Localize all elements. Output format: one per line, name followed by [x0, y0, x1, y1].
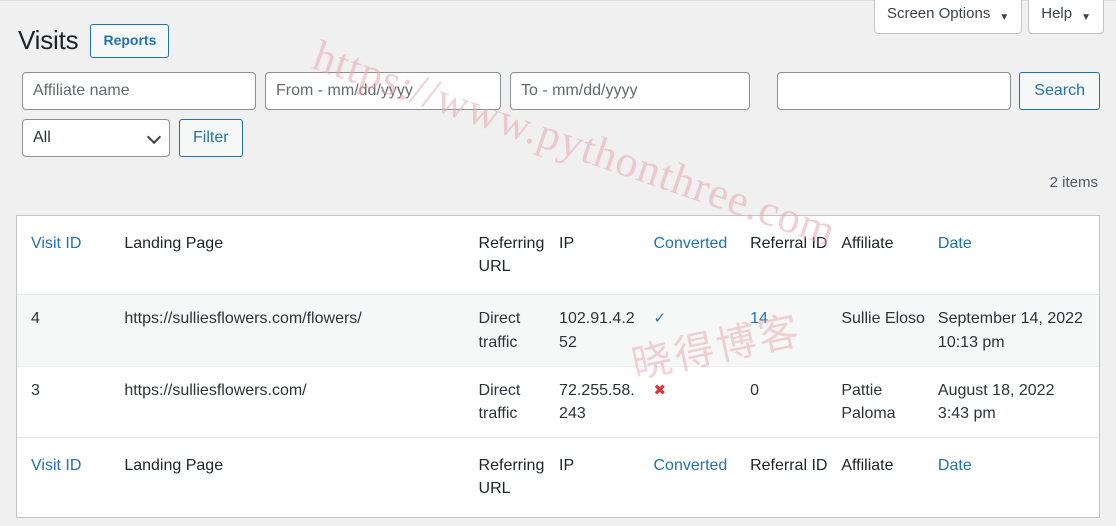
- affiliate-name-input[interactable]: [22, 72, 256, 110]
- cell-referring-url: Direct traffic: [479, 366, 560, 437]
- page-title: Visits: [18, 24, 78, 58]
- table-head: Visit ID Landing Page Referring URL IP C…: [17, 216, 1099, 295]
- cell-visit-id: 3: [17, 366, 124, 437]
- table-footer-row: Visit ID Landing Page Referring URL IP C…: [17, 438, 1099, 517]
- filter-button[interactable]: Filter: [179, 119, 243, 157]
- cell-affiliate: Sullie Eloso: [841, 295, 938, 366]
- footer-header-converted: Converted: [654, 438, 751, 517]
- cell-converted: ✓: [654, 295, 751, 366]
- items-count: 2 items: [1050, 174, 1098, 191]
- footer-header-referral-id: Referral ID: [750, 438, 841, 517]
- table-row[interactable]: 4 https://sulliesflowers.com/flowers/ Di…: [17, 295, 1099, 366]
- cell-ip: 102.91.4.252: [559, 295, 653, 366]
- column-header-ip: IP: [559, 216, 653, 295]
- column-header-visit-id: Visit ID: [17, 216, 124, 295]
- filter-bar: All Filter: [22, 72, 750, 157]
- date-from-input[interactable]: [265, 72, 501, 110]
- cell-ip: 72.255.58.243: [559, 366, 653, 437]
- column-header-referring-url: Referring URL: [479, 216, 560, 295]
- footer-header-referring-url: Referring URL: [479, 438, 560, 517]
- table-row[interactable]: 3 https://sulliesflowers.com/ Direct tra…: [17, 366, 1099, 437]
- cell-date: August 18, 2022 3:43 pm: [938, 366, 1099, 437]
- cell-landing-page: https://sulliesflowers.com/: [124, 366, 478, 437]
- cross-icon: ✖: [654, 382, 667, 399]
- referral-id-link[interactable]: 14: [750, 310, 768, 327]
- search-button[interactable]: Search: [1019, 72, 1100, 110]
- cell-date: September 14, 2022 10:13 pm: [938, 295, 1099, 366]
- footer-link-converted[interactable]: Converted: [654, 457, 728, 474]
- footer-link-date[interactable]: Date: [938, 457, 972, 474]
- column-header-referral-id: Referral ID: [750, 216, 841, 295]
- visits-table: Visit ID Landing Page Referring URL IP C…: [17, 216, 1099, 517]
- screen-options-label: Screen Options: [887, 3, 990, 26]
- footer-header-landing-page: Landing Page: [124, 438, 478, 517]
- footer-header-visit-id: Visit ID: [17, 438, 124, 517]
- cell-referring-url: Direct traffic: [479, 295, 560, 366]
- cell-referral-id: 0: [750, 366, 841, 437]
- status-select[interactable]: All: [22, 119, 170, 157]
- screen-meta-tabs: Screen Options ▼ Help ▼: [874, 0, 1104, 34]
- column-header-date: Date: [938, 216, 1099, 295]
- status-select-value[interactable]: All: [22, 119, 170, 157]
- column-link-visit-id[interactable]: Visit ID: [31, 235, 81, 252]
- cell-affiliate: Pattie Paloma: [841, 366, 938, 437]
- cell-referral-id: 14: [750, 295, 841, 366]
- footer-link-visit-id[interactable]: Visit ID: [31, 457, 81, 474]
- chevron-down-icon: ▼: [1081, 13, 1091, 23]
- reports-button[interactable]: Reports: [90, 24, 169, 58]
- date-to-input[interactable]: [510, 72, 750, 110]
- column-link-date[interactable]: Date: [938, 235, 972, 252]
- screen-options-tab[interactable]: Screen Options ▼: [874, 0, 1022, 34]
- table-body: 4 https://sulliesflowers.com/flowers/ Di…: [17, 295, 1099, 438]
- cell-converted: ✖: [654, 366, 751, 437]
- column-header-converted: Converted: [654, 216, 751, 295]
- page-header: Visits Reports: [18, 24, 169, 58]
- help-label: Help: [1041, 3, 1072, 26]
- chevron-down-icon: ▼: [999, 13, 1009, 23]
- column-header-landing-page: Landing Page: [124, 216, 478, 295]
- help-tab[interactable]: Help ▼: [1028, 0, 1104, 34]
- visits-table-container: Visit ID Landing Page Referring URL IP C…: [16, 215, 1100, 518]
- footer-header-affiliate: Affiliate: [841, 438, 938, 517]
- table-header-row: Visit ID Landing Page Referring URL IP C…: [17, 216, 1099, 295]
- cell-visit-id: 4: [17, 295, 124, 366]
- column-link-converted[interactable]: Converted: [654, 235, 728, 252]
- search-area: Search: [777, 72, 1100, 110]
- footer-header-ip: IP: [559, 438, 653, 517]
- check-icon: ✓: [654, 310, 667, 327]
- table-foot: Visit ID Landing Page Referring URL IP C…: [17, 438, 1099, 517]
- footer-header-date: Date: [938, 438, 1099, 517]
- column-header-affiliate: Affiliate: [841, 216, 938, 295]
- search-input[interactable]: [777, 72, 1011, 110]
- cell-landing-page: https://sulliesflowers.com/flowers/: [124, 295, 478, 366]
